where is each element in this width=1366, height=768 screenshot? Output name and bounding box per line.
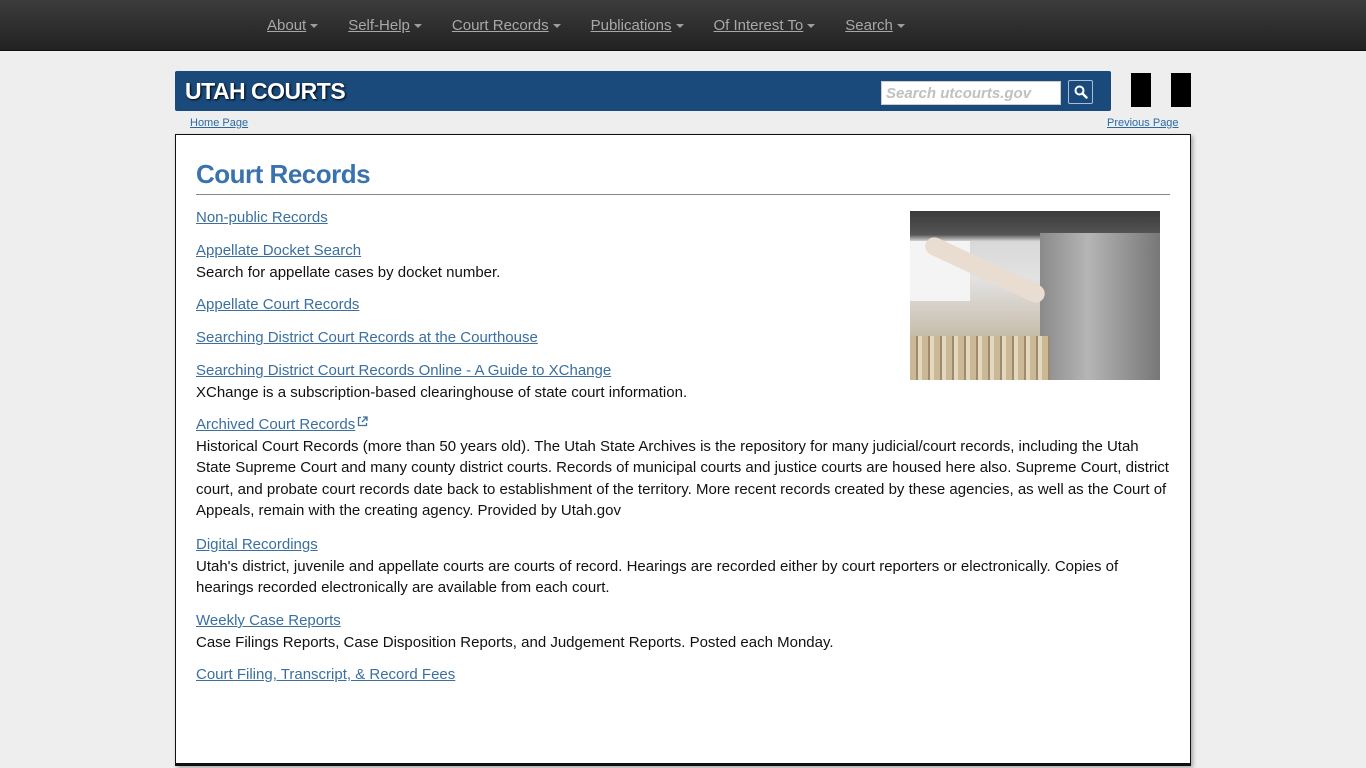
entry-description: Search for appellate cases by docket num… — [196, 263, 501, 281]
site-search-button[interactable] — [1068, 80, 1093, 104]
record-entry: Court Filing, Transcript, & Record Fees — [196, 664, 1171, 686]
archived-court-records-link[interactable]: Archived Court Records — [196, 416, 355, 433]
digital-recordings-link[interactable]: Digital Recordings — [196, 536, 318, 553]
caret-down-icon — [675, 23, 684, 28]
title-divider — [196, 194, 1170, 195]
nav-label: Of Interest To — [713, 17, 804, 34]
nav-label: Self-Help — [348, 17, 410, 34]
home-page-link[interactable]: Home Page — [190, 117, 248, 129]
record-entry: Non-public Records — [196, 207, 1171, 229]
site-banner: UTAH COURTS — [175, 71, 1111, 111]
previous-page-link[interactable]: Previous Page — [1107, 117, 1179, 129]
nav-menu: About Self-Help Court Records Publicatio… — [252, 0, 920, 51]
caret-down-icon — [552, 23, 561, 28]
nav-court-records[interactable]: Court Records — [437, 0, 576, 51]
xchange-guide-link[interactable]: Searching District Court Records Online … — [196, 362, 611, 379]
entry-description: XChange is a subscription-based clearing… — [196, 383, 688, 401]
filing-fees-link[interactable]: Court Filing, Transcript, & Record Fees — [196, 666, 455, 683]
nav-label: About — [267, 17, 307, 34]
record-entry: Appellate Docket Search Search for appel… — [196, 240, 1171, 283]
nav-label: Court Records — [451, 17, 549, 34]
non-public-records-link[interactable]: Non-public Records — [196, 209, 328, 226]
entry-description: Case Filings Reports, Case Disposition R… — [196, 633, 834, 651]
appellate-docket-search-link[interactable]: Appellate Docket Search — [196, 242, 361, 259]
nav-label: Publications — [590, 17, 672, 34]
record-entry: Digital Recordings Utah's district, juve… — [196, 534, 1171, 599]
site-search-input[interactable] — [881, 81, 1061, 105]
record-entry: Weekly Case Reports Case Filings Reports… — [196, 610, 1171, 653]
black-block-left — [1131, 73, 1151, 107]
appellate-court-records-link[interactable]: Appellate Court Records — [196, 296, 359, 313]
nav-search[interactable]: Search — [830, 0, 920, 51]
caret-down-icon — [807, 23, 816, 28]
caret-down-icon — [413, 23, 422, 28]
nav-publications[interactable]: Publications — [576, 0, 699, 51]
nav-about[interactable]: About — [252, 0, 333, 51]
record-entry: Searching District Court Records at the … — [196, 327, 1171, 349]
caret-down-icon — [310, 23, 319, 28]
entry-description: Utah's district, juvenile and appellate … — [196, 557, 1119, 597]
record-entry: Archived Court Records Historical Court … — [196, 414, 1171, 522]
black-block-right — [1171, 73, 1191, 107]
caret-down-icon — [896, 23, 905, 28]
page-title: Court Records — [196, 159, 371, 189]
district-records-courthouse-link[interactable]: Searching District Court Records at the … — [196, 329, 538, 346]
record-entry: Searching District Court Records Online … — [196, 360, 1171, 403]
nav-self-help[interactable]: Self-Help — [333, 0, 437, 51]
record-entry: Appellate Court Records — [196, 294, 1171, 316]
search-icon — [1074, 85, 1088, 99]
entry-description: Historical Court Records (more than 50 y… — [196, 437, 1169, 520]
site-title[interactable]: UTAH COURTS — [185, 78, 346, 105]
content-panel: Court Records Non-public Records Appella… — [175, 134, 1191, 766]
weekly-case-reports-link[interactable]: Weekly Case Reports — [196, 612, 341, 629]
external-link-icon — [358, 416, 368, 427]
nav-of-interest-to[interactable]: Of Interest To — [699, 0, 831, 51]
nav-label: Search — [845, 17, 893, 34]
top-navbar: About Self-Help Court Records Publicatio… — [0, 0, 1366, 51]
